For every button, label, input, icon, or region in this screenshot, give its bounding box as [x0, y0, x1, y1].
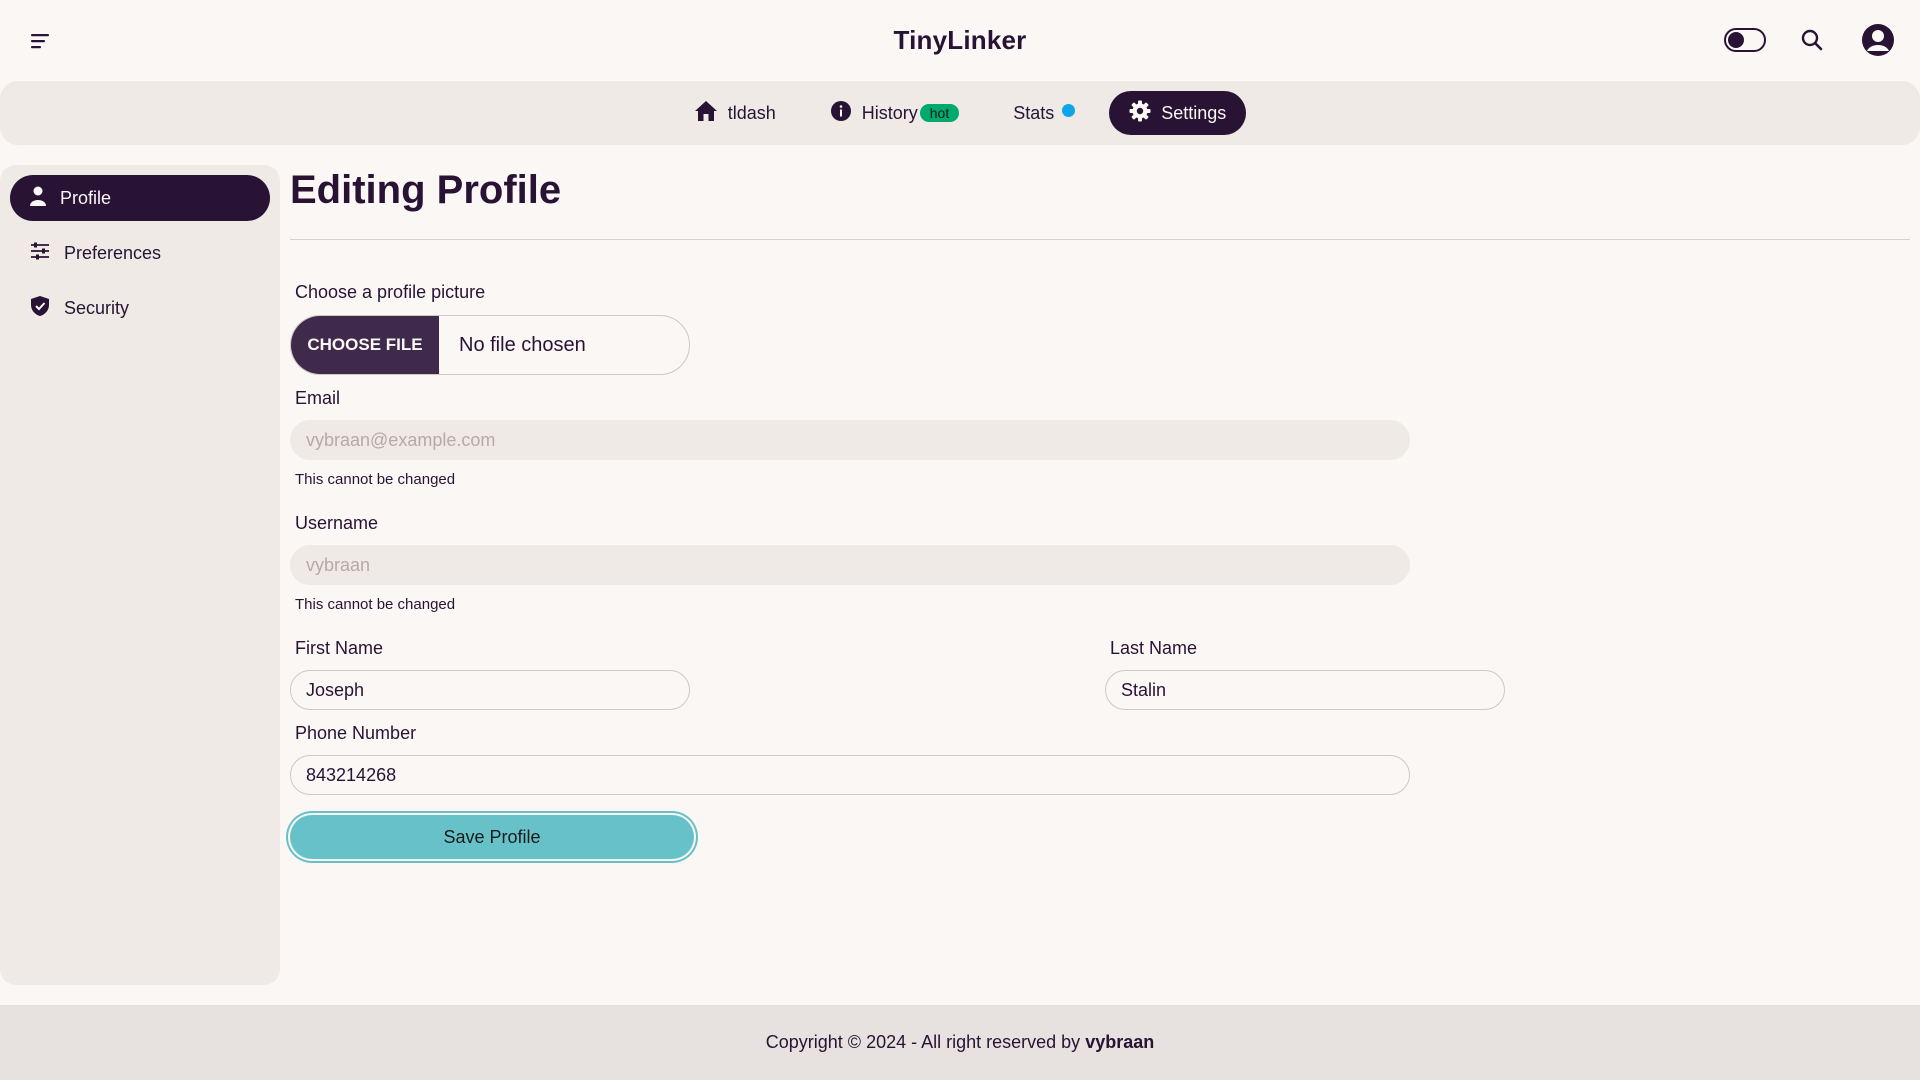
status-dot: [1062, 103, 1076, 117]
tabs-bar: tldash History hot Stats Settings: [0, 81, 1920, 145]
tab-label: Settings: [1161, 102, 1227, 123]
sidebar-item-label: Security: [64, 297, 130, 318]
theme-toggle-knob: [1728, 32, 1744, 48]
user-circle-icon[interactable]: [1858, 20, 1898, 60]
tab-stats[interactable]: Stats: [993, 91, 1095, 135]
last-name-field[interactable]: Stalin: [1105, 670, 1505, 710]
gear-icon: [1129, 100, 1151, 127]
profile-picture-label: Choose a profile picture: [295, 282, 486, 302]
main-content: Editing Profile Choose a profile picture…: [290, 165, 1910, 859]
profile-picture-input[interactable]: CHOOSE FILE No file chosen: [290, 315, 690, 375]
sidebar-item-label: Profile: [60, 187, 112, 208]
last-name-label: Last Name: [1110, 638, 1198, 658]
info-icon: [830, 100, 852, 127]
hot-badge: hot: [919, 104, 960, 122]
tab-history[interactable]: History hot: [810, 91, 979, 135]
app-root: TinyLinker tldash History hot Stats Sett…: [0, 0, 1920, 1080]
sidebar-item-security[interactable]: Security: [10, 285, 270, 331]
first-name-label: First Name: [295, 638, 384, 658]
sidebar-item-label: Preferences: [64, 242, 162, 263]
username-field[interactable]: vybraan: [290, 545, 1410, 585]
tab-label: tldash: [727, 102, 776, 123]
home-icon: [694, 100, 718, 127]
username-label: Username: [295, 513, 379, 533]
sidebar-item-preferences[interactable]: Preferences: [10, 230, 270, 276]
page-title: Editing Profile: [290, 168, 562, 212]
email-label: Email: [295, 388, 341, 408]
phone-label: Phone Number: [295, 723, 417, 743]
theme-toggle[interactable]: [1724, 28, 1766, 52]
username-hint: This cannot be changed: [295, 596, 456, 613]
sidebar-item-profile[interactable]: Profile: [10, 175, 270, 221]
email-hint: This cannot be changed: [295, 471, 456, 488]
top-navbar: TinyLinker: [0, 0, 1920, 80]
app-title[interactable]: TinyLinker: [893, 25, 1026, 56]
tab-settings[interactable]: Settings: [1109, 91, 1247, 135]
footer-author[interactable]: vybraan: [1085, 1032, 1154, 1053]
tab-tldash[interactable]: tldash: [674, 91, 796, 135]
first-name-field[interactable]: Joseph: [290, 670, 690, 710]
save-profile-button[interactable]: Save Profile: [290, 815, 694, 859]
navbar-actions: [1724, 20, 1898, 60]
shield-icon: [30, 295, 50, 322]
sliders-icon: [30, 242, 50, 265]
footer: Copyright © 2024 - All right reserved by…: [0, 1005, 1920, 1080]
tab-label: History: [861, 102, 918, 123]
menu-icon[interactable]: [26, 26, 56, 56]
phone-field[interactable]: 843214268: [290, 755, 1410, 795]
email-field[interactable]: vybraan@example.com: [290, 420, 1410, 460]
divider: [290, 239, 1910, 240]
settings-sidebar: Profile Preferences Security: [0, 165, 280, 985]
file-status: No file chosen: [459, 333, 586, 356]
footer-text: Copyright © 2024 - All right reserved by: [765, 1032, 1081, 1052]
choose-file-button[interactable]: CHOOSE FILE: [291, 316, 439, 374]
user-icon: [30, 186, 46, 211]
tab-label: Stats: [1013, 102, 1055, 123]
search-icon[interactable]: [1792, 20, 1832, 60]
